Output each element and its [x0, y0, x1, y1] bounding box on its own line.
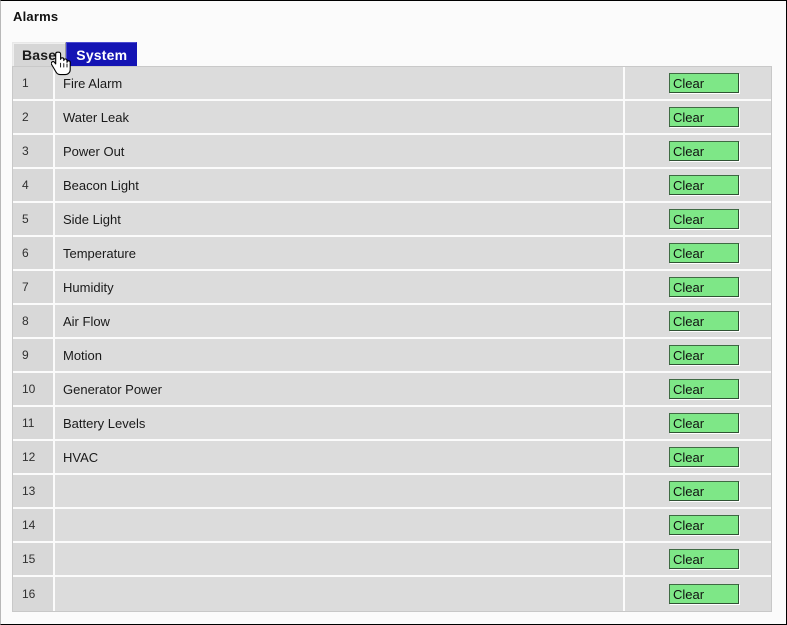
row-index-cell: 11: [13, 407, 55, 439]
row-action-cell: Clear: [625, 577, 771, 611]
row-name-cell: Side Light: [55, 203, 625, 235]
tab-base[interactable]: Base: [12, 42, 67, 67]
row-name-cell: Battery Levels: [55, 407, 625, 439]
page-title: Alarms: [13, 9, 59, 24]
table-row: 8 Air Flow Clear: [13, 305, 771, 339]
row-action-cell: Clear: [625, 271, 771, 303]
row-action-cell: Clear: [625, 67, 771, 99]
table-row: 13 Clear: [13, 475, 771, 509]
tab-system[interactable]: System: [66, 42, 138, 67]
clear-button[interactable]: Clear: [669, 277, 739, 297]
row-index-cell: 15: [13, 543, 55, 575]
row-index-cell: 10: [13, 373, 55, 405]
table-row: 10 Generator Power Clear: [13, 373, 771, 407]
row-action-cell: Clear: [625, 135, 771, 167]
clear-button[interactable]: Clear: [669, 584, 739, 604]
row-name-cell: Temperature: [55, 237, 625, 269]
clear-button[interactable]: Clear: [669, 141, 739, 161]
table-row: 1 Fire Alarm Clear: [13, 67, 771, 101]
row-name-cell: [55, 577, 625, 611]
row-index-cell: 7: [13, 271, 55, 303]
table-row: 11 Battery Levels Clear: [13, 407, 771, 441]
row-index-cell: 1: [13, 67, 55, 99]
row-action-cell: Clear: [625, 169, 771, 201]
row-action-cell: Clear: [625, 101, 771, 133]
table-row: 12 HVAC Clear: [13, 441, 771, 475]
row-name-cell: Humidity: [55, 271, 625, 303]
row-index-cell: 5: [13, 203, 55, 235]
row-name-cell: Water Leak: [55, 101, 625, 133]
table-row: 16 Clear: [13, 577, 771, 611]
row-name-cell: Air Flow: [55, 305, 625, 337]
row-name-cell: [55, 475, 625, 507]
table-row: 5 Side Light Clear: [13, 203, 771, 237]
row-action-cell: Clear: [625, 441, 771, 473]
tab-system-label: System: [76, 47, 128, 63]
row-name-cell: Motion: [55, 339, 625, 371]
clear-button[interactable]: Clear: [669, 73, 739, 93]
table-row: 3 Power Out Clear: [13, 135, 771, 169]
row-action-cell: Clear: [625, 475, 771, 507]
table-row: 14 Clear: [13, 509, 771, 543]
row-name-cell: Beacon Light: [55, 169, 625, 201]
row-index-cell: 4: [13, 169, 55, 201]
row-index-cell: 6: [13, 237, 55, 269]
row-action-cell: Clear: [625, 305, 771, 337]
row-action-cell: Clear: [625, 237, 771, 269]
row-action-cell: Clear: [625, 543, 771, 575]
alarm-table: 1 Fire Alarm Clear 2 Water Leak Clear 3 Power O…: [12, 67, 772, 612]
row-name-cell: [55, 543, 625, 575]
row-name-cell: HVAC: [55, 441, 625, 473]
clear-button[interactable]: Clear: [669, 549, 739, 569]
row-index-cell: 8: [13, 305, 55, 337]
row-index-cell: 9: [13, 339, 55, 371]
row-name-cell: [55, 509, 625, 541]
row-action-cell: Clear: [625, 373, 771, 405]
clear-button[interactable]: Clear: [669, 481, 739, 501]
row-action-cell: Clear: [625, 339, 771, 371]
table-row: 6 Temperature Clear: [13, 237, 771, 271]
clear-button[interactable]: Clear: [669, 243, 739, 263]
row-index-cell: 12: [13, 441, 55, 473]
row-name-cell: Fire Alarm: [55, 67, 625, 99]
row-action-cell: Clear: [625, 203, 771, 235]
row-index-cell: 13: [13, 475, 55, 507]
tab-base-label: Base: [22, 47, 57, 63]
row-action-cell: Clear: [625, 407, 771, 439]
row-index-cell: 14: [13, 509, 55, 541]
clear-button[interactable]: Clear: [669, 379, 739, 399]
row-name-cell: Power Out: [55, 135, 625, 167]
table-row: 15 Clear: [13, 543, 771, 577]
clear-button[interactable]: Clear: [669, 209, 739, 229]
alarms-page: Alarms Base System 1 Fire Alarm Clear 2 Wate…: [0, 0, 787, 625]
row-index-cell: 16: [13, 577, 55, 611]
table-row: 7 Humidity Clear: [13, 271, 771, 305]
row-index-cell: 2: [13, 101, 55, 133]
clear-button[interactable]: Clear: [669, 447, 739, 467]
row-name-cell: Generator Power: [55, 373, 625, 405]
clear-button[interactable]: Clear: [669, 107, 739, 127]
clear-button[interactable]: Clear: [669, 413, 739, 433]
clear-button[interactable]: Clear: [669, 345, 739, 365]
row-action-cell: Clear: [625, 509, 771, 541]
clear-button[interactable]: Clear: [669, 515, 739, 535]
row-index-cell: 3: [13, 135, 55, 167]
table-row: 2 Water Leak Clear: [13, 101, 771, 135]
clear-button[interactable]: Clear: [669, 311, 739, 331]
clear-button[interactable]: Clear: [669, 175, 739, 195]
table-row: 4 Beacon Light Clear: [13, 169, 771, 203]
tab-bar: Base System: [12, 42, 138, 67]
table-row: 9 Motion Clear: [13, 339, 771, 373]
